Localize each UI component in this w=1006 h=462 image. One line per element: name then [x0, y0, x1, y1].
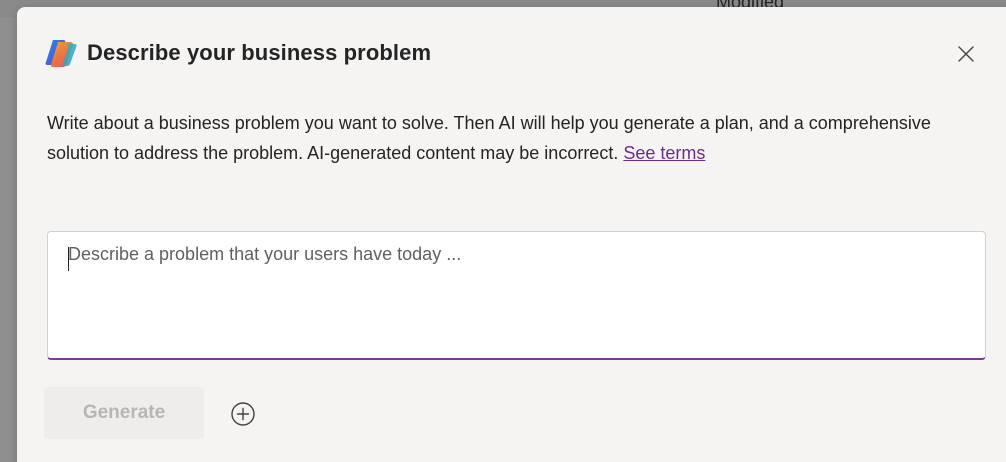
problem-textarea-container: [47, 231, 986, 360]
problem-description-input[interactable]: [68, 244, 958, 344]
description-text: Write about a business problem you want …: [47, 113, 931, 163]
add-attachment-button[interactable]: [229, 400, 257, 428]
business-problem-dialog: Describe your business problem Write abo…: [17, 7, 1006, 462]
dialog-description: Write about a business problem you want …: [47, 108, 972, 168]
dialog-header: Describe your business problem: [44, 38, 431, 68]
see-terms-link[interactable]: See terms: [623, 143, 705, 163]
dialog-title: Describe your business problem: [87, 40, 432, 65]
close-button[interactable]: [953, 41, 979, 67]
generate-button[interactable]: Generate: [44, 387, 204, 439]
copilot-icon: [44, 38, 77, 68]
add-circle-icon: [231, 402, 255, 426]
close-icon: [958, 46, 974, 62]
text-caret: [68, 247, 69, 271]
